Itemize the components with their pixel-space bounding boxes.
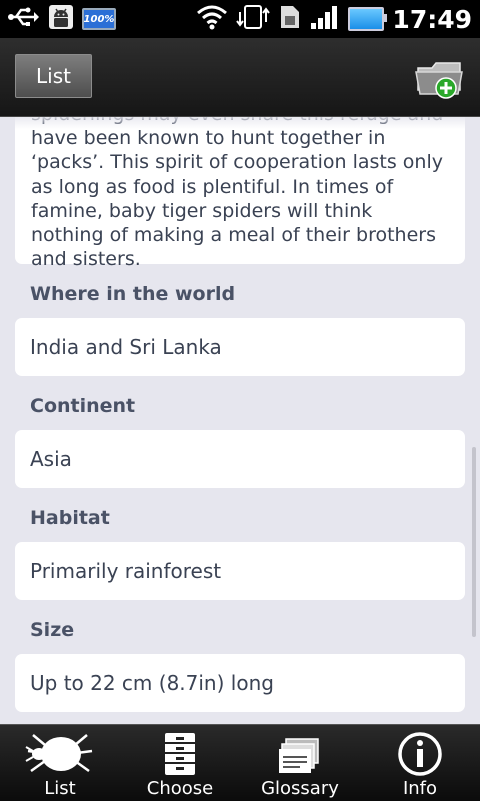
bottom-tab-bar: List Choose Glossary Info bbox=[0, 724, 480, 801]
species-detail-content[interactable]: spiderlings may even share this refuge a… bbox=[0, 117, 480, 724]
description-text: spiderlings may even share this refuge a… bbox=[31, 117, 443, 271]
clock: 17:49 bbox=[392, 4, 472, 34]
label-continent: Continent bbox=[30, 395, 136, 417]
android-debug-icon bbox=[48, 4, 74, 34]
tab-list[interactable]: List bbox=[0, 725, 120, 801]
label-habitat: Habitat bbox=[30, 507, 110, 529]
tab-info-label: Info bbox=[402, 778, 438, 799]
tab-info[interactable]: Info bbox=[360, 725, 480, 801]
label-size: Size bbox=[30, 619, 75, 641]
scroll-fade bbox=[0, 117, 480, 129]
glossary-icon bbox=[278, 731, 322, 777]
list-button[interactable]: List bbox=[15, 54, 92, 98]
data-transfer-icon bbox=[236, 4, 271, 34]
value-continent: Asia bbox=[30, 447, 72, 471]
tab-glossary[interactable]: Glossary bbox=[240, 725, 360, 801]
value-card-where-in-the-world: India and Sri Lanka bbox=[15, 318, 465, 376]
tab-list-label: List bbox=[44, 778, 76, 799]
tab-choose[interactable]: Choose bbox=[120, 725, 240, 801]
tab-choose-label: Choose bbox=[146, 778, 214, 799]
bug-icon bbox=[25, 731, 95, 777]
battery-icon bbox=[348, 7, 388, 31]
value-where-in-the-world: India and Sri Lanka bbox=[30, 335, 222, 359]
value-size: Up to 22 cm (8.7in) long bbox=[30, 671, 274, 695]
description-card: spiderlings may even share this refuge a… bbox=[15, 117, 465, 270]
scrollbar-thumb[interactable] bbox=[472, 447, 476, 637]
sim-card-icon bbox=[278, 4, 302, 34]
cabinet-icon bbox=[162, 731, 198, 777]
status-bar: 100% 17:49 bbox=[0, 0, 480, 38]
value-card-habitat: Primarily rainforest bbox=[15, 542, 465, 600]
action-bar: List bbox=[0, 38, 480, 117]
value-card-size: Up to 22 cm (8.7in) long bbox=[15, 654, 465, 712]
wifi-icon bbox=[196, 4, 228, 34]
value-card-continent: Asia bbox=[15, 430, 465, 488]
add-folder-button[interactable] bbox=[414, 56, 468, 102]
battery-small-icon: 100% bbox=[82, 8, 116, 30]
info-icon bbox=[397, 731, 443, 777]
value-habitat: Primarily rainforest bbox=[30, 559, 222, 583]
tab-glossary-label: Glossary bbox=[261, 778, 339, 799]
usb-icon bbox=[8, 6, 40, 32]
signal-icon bbox=[310, 4, 340, 34]
label-where-in-the-world: Where in the world bbox=[30, 283, 236, 305]
folder-add-icon bbox=[414, 62, 468, 106]
